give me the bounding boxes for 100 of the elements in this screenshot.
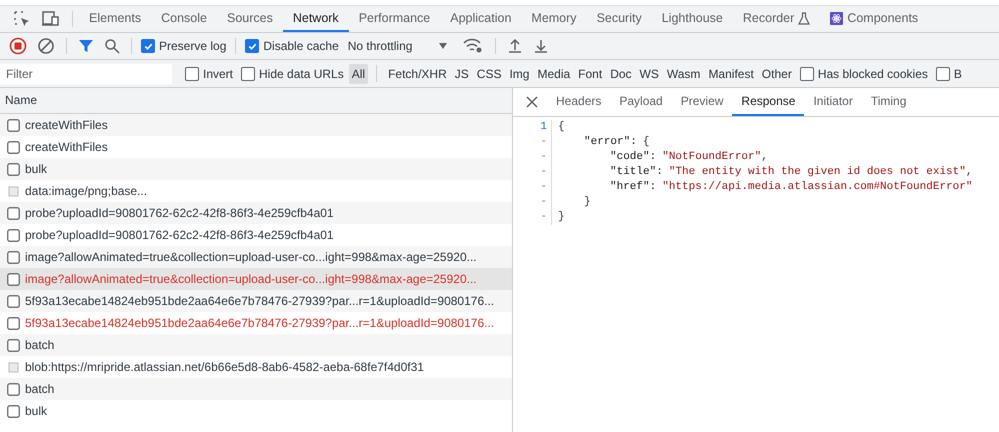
panel-tab[interactable]: Elements — [79, 6, 152, 32]
detail-tab[interactable]: Preview — [672, 88, 732, 116]
document-icon — [7, 338, 20, 352]
request-name: createWithFiles — [25, 118, 108, 132]
request-row[interactable]: probe?uploadId=90801762-62c2-42f8-86f3-4e259cfb4a01 — [0, 224, 512, 246]
request-row[interactable]: blob:https://mripride.atlassian.net/6b66e5d8-8ab6-4582-aeba-68fe7f4d0f31 — [0, 356, 512, 378]
request-row[interactable]: bulk — [0, 400, 512, 422]
filter-option-label: B — [954, 66, 962, 80]
preserve-log-checkbox[interactable] — [141, 39, 155, 53]
search-icon[interactable] — [104, 38, 120, 54]
panel-tab[interactable]: Performance — [348, 6, 440, 32]
detail-tab[interactable]: Response — [732, 88, 804, 116]
filter-option-label: Invert — [203, 66, 234, 80]
resource-type-button[interactable]: CSS — [474, 64, 504, 84]
detail-tab[interactable]: Initiator — [804, 88, 862, 116]
document-icon — [7, 162, 20, 176]
download-icon[interactable] — [533, 38, 550, 54]
request-name: batch — [25, 382, 54, 396]
detail-tab[interactable]: Timing — [862, 88, 916, 116]
stop-recording-icon[interactable] — [9, 37, 27, 55]
request-row[interactable]: image?allowAnimated=true&collection=upload-user-co...ight=998&max-age=25920... — [0, 246, 512, 268]
code-line: "href": "https://api.media.atlassian.com#NotFoundError" — [609, 180, 972, 195]
code-line: "code": "NotFoundError", — [609, 150, 768, 165]
request-row[interactable]: 5f93a13ecabe14824eb951bde2aa64e6e7b78476-27939?par...r=1&uploadId=9080176... — [0, 312, 512, 334]
filter-option-checkbox[interactable] — [241, 66, 256, 80]
panel-tab[interactable]: Sources — [216, 6, 283, 32]
request-name: 5f93a13ecabe14824eb951bde2aa64e6e7b78476-27939?par...r=1&uploadId=9080176... — [25, 316, 494, 330]
detail-tab[interactable]: Payload — [610, 88, 672, 116]
filter-icon[interactable] — [78, 38, 94, 54]
image-icon — [7, 184, 20, 198]
filter-option-checkbox[interactable] — [185, 66, 199, 80]
line-number: - — [513, 135, 552, 150]
detail-tab[interactable]: Headers — [547, 88, 610, 116]
code-line: "title": "The entity with the given id does not exist", — [609, 165, 972, 180]
code-line: "error": { — [583, 135, 650, 150]
resource-type-button[interactable]: Fetch/XHR — [385, 64, 450, 84]
code-line: } — [583, 195, 591, 210]
resource-type-button[interactable]: Manifest — [705, 64, 757, 84]
request-name: bulk — [25, 162, 48, 176]
resource-type-button[interactable]: WS — [636, 64, 662, 84]
clear-icon[interactable] — [37, 37, 55, 55]
flask-icon — [798, 12, 810, 24]
filter-option-checkbox[interactable] — [936, 66, 950, 80]
request-name: 5f93a13ecabe14824eb951bde2aa64e6e7b78476-27939?par...r=1&uploadId=9080176... — [25, 294, 494, 308]
panel-tab[interactable]: Recorder — [732, 6, 820, 32]
resource-type-button[interactable]: Wasm — [664, 64, 704, 84]
document-icon — [7, 228, 20, 242]
request-row[interactable]: probe?uploadId=90801762-62c2-42f8-86f3-4e259cfb4a01 — [0, 202, 512, 224]
request-row[interactable]: batch — [0, 378, 512, 400]
request-row[interactable]: createWithFiles — [0, 114, 512, 136]
device-toolbar-icon[interactable] — [41, 10, 61, 28]
resource-type-button[interactable]: Media — [534, 64, 574, 84]
request-row[interactable]: bulk — [0, 158, 512, 180]
panel-tab[interactable]: Memory — [521, 6, 587, 32]
disable-cache-label: Disable cache — [263, 39, 339, 53]
panel-tab[interactable]: Components — [820, 6, 928, 32]
request-name: createWithFiles — [25, 140, 108, 154]
request-name: image?allowAnimated=true&collection=upload-user-co...ight=998&max-age=25920... — [25, 272, 477, 286]
request-name: blob:https://mripride.atlassian.net/6b66e5d8-8ab6-4582-aeba-68fe7f4d0f31 — [25, 360, 424, 374]
panel-tab[interactable]: Security — [586, 6, 652, 32]
request-row[interactable]: createWithFiles — [0, 136, 512, 158]
name-column-header[interactable]: Name — [0, 88, 512, 114]
throttling-select[interactable]: No throttling — [348, 39, 412, 53]
inspect-element-icon[interactable] — [13, 10, 31, 28]
resource-type-button[interactable]: Font — [575, 64, 606, 84]
upload-icon[interactable] — [507, 38, 524, 54]
code-line: { — [557, 120, 565, 135]
line-number: - — [513, 165, 552, 180]
network-conditions-icon[interactable] — [462, 38, 484, 54]
panel-tab[interactable]: Console — [151, 6, 217, 32]
filter-option-checkbox[interactable] — [800, 66, 814, 80]
document-icon — [7, 118, 20, 132]
disable-cache-checkbox[interactable] — [245, 39, 260, 53]
close-icon[interactable] — [525, 95, 539, 109]
document-icon — [7, 294, 20, 308]
resource-type-button[interactable]: All — [348, 64, 368, 84]
request-name: batch — [25, 338, 54, 352]
resource-type-button[interactable]: Doc — [607, 64, 635, 84]
panel-tab[interactable]: Application — [440, 6, 522, 32]
document-icon — [7, 250, 20, 264]
document-icon — [7, 382, 20, 396]
request-row[interactable]: data:image/png;base... — [0, 180, 512, 202]
filter-input[interactable]: Filter — [0, 64, 172, 84]
request-name: image?allowAnimated=true&collection=upload-user-co...ight=998&max-age=25920... — [25, 250, 477, 264]
resource-type-button[interactable]: JS — [452, 64, 472, 84]
request-row[interactable]: 5f93a13ecabe14824eb951bde2aa64e6e7b78476-27939?par...r=1&uploadId=9080176... — [0, 290, 512, 312]
request-row[interactable]: batch — [0, 334, 512, 356]
request-name: data:image/png;base... — [25, 184, 148, 198]
line-number: - — [513, 210, 552, 225]
resource-type-button[interactable]: Other — [758, 64, 795, 84]
resource-type-button[interactable]: Img — [506, 64, 532, 84]
panel-tab[interactable]: Lighthouse — [652, 6, 733, 32]
line-number: - — [513, 150, 552, 165]
request-name: bulk — [25, 404, 48, 418]
document-icon — [7, 316, 20, 330]
request-row[interactable]: image?allowAnimated=true&collection=upload-user-co...ight=998&max-age=25920... — [0, 268, 512, 290]
react-logo-icon — [830, 12, 844, 24]
request-name: probe?uploadId=90801762-62c2-42f8-86f3-4e259cfb4a01 — [25, 228, 334, 242]
caret-icon[interactable] — [438, 42, 448, 50]
request-name: probe?uploadId=90801762-62c2-42f8-86f3-4e259cfb4a01 — [25, 206, 334, 220]
